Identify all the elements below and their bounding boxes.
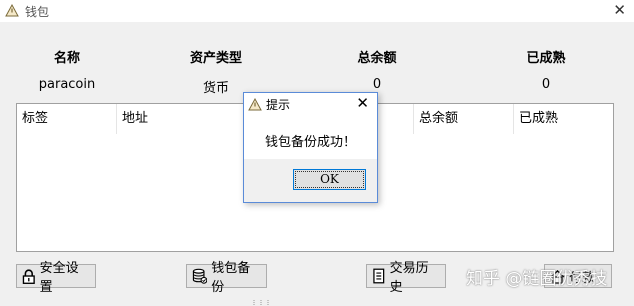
transaction-history-button[interactable]: 交易历史 — [366, 261, 446, 295]
column-label[interactable]: 标签 — [17, 104, 117, 134]
window-title: 钱包 — [25, 5, 50, 19]
watermark: 知乎 @链圈优秀技 — [466, 269, 608, 289]
security-settings-button[interactable]: 安全设置 — [16, 261, 96, 295]
value-asset-type: 货币 — [202, 81, 229, 96]
dialog-message: 钱包备份成功！ — [264, 135, 356, 150]
header-asset-type: 资产类型 — [189, 51, 242, 66]
dialog-title-bar: 提示 ✕ — [244, 93, 377, 115]
value-total-balance: 0 — [372, 77, 382, 92]
value-matured: 0 — [541, 77, 551, 92]
wallet-backup-button[interactable]: 钱包备份 — [186, 261, 267, 295]
title-bar: 钱包 ✕ — [0, 0, 634, 22]
dialog-title: 提示 — [266, 98, 291, 112]
value-name: paracoin — [38, 77, 96, 92]
transaction-history-label: 交易历史 — [389, 261, 429, 295]
header-name: 名称 — [53, 51, 80, 66]
column-matured[interactable]: 已成熟 — [514, 104, 613, 134]
warning-icon — [248, 98, 262, 111]
resize-grip[interactable] — [250, 300, 272, 306]
close-icon[interactable]: ✕ — [613, 0, 626, 20]
wallet-backup-label: 钱包备份 — [211, 261, 251, 295]
lock-icon — [22, 269, 35, 284]
document-icon — [373, 268, 385, 284]
dialog-close-icon[interactable]: ✕ — [356, 95, 369, 112]
header-matured: 已成熟 — [526, 51, 566, 66]
warning-icon — [5, 4, 19, 17]
ok-button[interactable]: OK — [293, 169, 366, 190]
column-total-balance[interactable]: 总余额 — [414, 104, 514, 134]
security-settings-label: 安全设置 — [39, 261, 79, 295]
database-icon — [192, 268, 208, 284]
backup-success-dialog: 提示 ✕ 钱包备份成功！ OK — [243, 92, 378, 203]
header-total-balance: 总余额 — [357, 51, 397, 66]
dialog-footer: OK — [244, 159, 377, 202]
